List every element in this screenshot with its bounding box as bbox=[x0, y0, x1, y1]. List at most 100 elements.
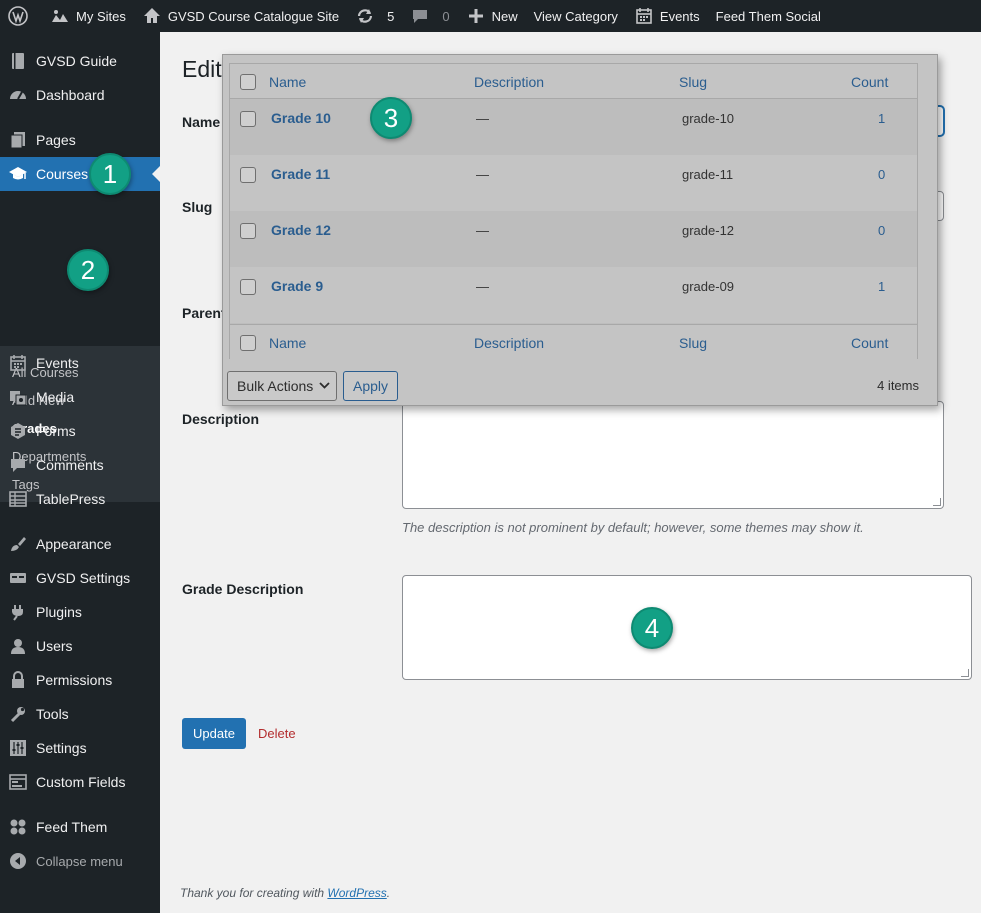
grade-description-label: Grade Description bbox=[182, 581, 304, 597]
sidebar-item-tablepress[interactable]: TablePress bbox=[0, 482, 160, 516]
row-checkbox[interactable] bbox=[240, 167, 256, 183]
apply-button[interactable]: Apply bbox=[343, 371, 398, 401]
column-footer-count[interactable]: Count bbox=[851, 335, 888, 351]
events-menu[interactable]: Events bbox=[626, 0, 708, 32]
row-count-link[interactable]: 1 bbox=[878, 111, 885, 126]
sidebar-item-appearance[interactable]: Appearance bbox=[0, 527, 160, 561]
sidebar-item-label: Courses bbox=[36, 166, 89, 182]
delete-link[interactable]: Delete bbox=[258, 726, 296, 741]
updates-menu[interactable]: 5 bbox=[347, 0, 402, 32]
page-title: Edit bbox=[182, 56, 222, 82]
slug-label: Slug bbox=[182, 199, 213, 215]
row-slug: grade-12 bbox=[682, 223, 735, 238]
dashboard-icon bbox=[8, 85, 28, 105]
sidebar-item-events-row[interactable]: Events bbox=[0, 346, 160, 380]
callout-badge-4: 4 bbox=[631, 607, 673, 649]
view-category-link[interactable]: View Category bbox=[526, 0, 626, 32]
sidebar-item-comments[interactable]: Comments bbox=[0, 448, 160, 482]
sidebar-item-gvsd-guide[interactable]: GVSD Guide bbox=[0, 44, 160, 78]
row-name-link[interactable]: Grade 12 bbox=[271, 222, 331, 238]
view-category-label: View Category bbox=[533, 8, 618, 24]
column-header-description[interactable]: Description bbox=[474, 74, 544, 90]
sidebar-item-courses[interactable]: Courses bbox=[0, 157, 160, 191]
row-count-link[interactable]: 0 bbox=[878, 167, 885, 182]
sidebar-item-label: Plugins bbox=[36, 604, 82, 620]
parent-label: Parent bbox=[182, 305, 226, 321]
column-header-slug[interactable]: Slug bbox=[679, 74, 707, 90]
sidebar-item-label: Pages bbox=[36, 132, 76, 148]
row-name-link[interactable]: Grade 11 bbox=[271, 166, 330, 182]
wordpress-logo-button[interactable] bbox=[0, 0, 42, 32]
row-checkbox[interactable] bbox=[240, 223, 256, 239]
comments-count: 0 bbox=[442, 8, 450, 24]
select-all-checkbox[interactable] bbox=[240, 74, 256, 90]
select-all-checkbox[interactable] bbox=[240, 335, 256, 351]
wordpress-link[interactable]: WordPress bbox=[327, 886, 386, 900]
grades-table: Name Description Slug Count Grade 10 — g… bbox=[229, 63, 918, 359]
home-icon bbox=[143, 8, 160, 23]
column-footer-name[interactable]: Name bbox=[269, 335, 306, 351]
bulk-actions-select[interactable]: Bulk Actions bbox=[227, 371, 337, 401]
updates-icon bbox=[358, 9, 373, 23]
sidebar-item-users[interactable]: Users bbox=[0, 629, 160, 663]
settings-card-icon bbox=[8, 568, 28, 588]
column-footer-description[interactable]: Description bbox=[474, 335, 544, 351]
row-description: — bbox=[476, 223, 489, 238]
column-header-name[interactable]: Name bbox=[269, 74, 306, 90]
events-label: Events bbox=[659, 8, 700, 24]
comments-menu[interactable]: 0 bbox=[402, 0, 457, 32]
comments-icon bbox=[413, 10, 428, 23]
column-header-count[interactable]: Count bbox=[851, 74, 888, 90]
name-label: Name bbox=[182, 114, 221, 130]
sidebar-item-forms[interactable]: Forms bbox=[0, 414, 160, 448]
collapse-icon bbox=[8, 851, 28, 871]
row-name-link[interactable]: Grade 9 bbox=[271, 278, 323, 294]
column-footer-slug[interactable]: Slug bbox=[679, 335, 707, 351]
resize-handle[interactable] bbox=[961, 669, 969, 677]
row-description: — bbox=[476, 279, 489, 294]
sidebar-item-dashboard[interactable]: Dashboard bbox=[0, 78, 160, 112]
sidebar-item-permissions[interactable]: Permissions bbox=[0, 663, 160, 697]
book-icon bbox=[8, 51, 28, 71]
grade-description-textarea[interactable] bbox=[402, 575, 972, 680]
table-row: Grade 10 — grade-10 1 bbox=[230, 99, 917, 155]
fields-icon bbox=[8, 772, 28, 792]
description-textarea[interactable] bbox=[402, 401, 944, 509]
update-button[interactable]: Update bbox=[182, 718, 246, 749]
row-description: — bbox=[476, 111, 489, 126]
row-count-link[interactable]: 1 bbox=[878, 279, 885, 294]
sidebar-item-plugins[interactable]: Plugins bbox=[0, 595, 160, 629]
my-sites-menu[interactable]: My Sites bbox=[42, 0, 134, 32]
sidebar-item-label: Comments bbox=[36, 457, 104, 473]
row-checkbox[interactable] bbox=[240, 111, 256, 127]
sidebar-item-media[interactable]: Media bbox=[0, 380, 160, 414]
site-name-menu[interactable]: GVSD Course Catalogue Site bbox=[134, 0, 347, 32]
collapse-menu-button[interactable]: Collapse menu bbox=[0, 844, 160, 878]
row-count-link[interactable]: 0 bbox=[878, 223, 885, 238]
brush-icon bbox=[8, 534, 28, 554]
resize-handle[interactable] bbox=[933, 498, 941, 506]
user-icon bbox=[8, 636, 28, 656]
feed-them-social-menu[interactable]: Feed Them Social bbox=[708, 0, 829, 32]
sidebar-item-label: TablePress bbox=[36, 491, 106, 507]
active-menu-arrow bbox=[152, 166, 160, 182]
new-content-menu[interactable]: New bbox=[458, 0, 526, 32]
callout-badge-2: 2 bbox=[67, 249, 109, 291]
table-row: Grade 11 — grade-11 0 bbox=[230, 155, 917, 211]
sidebar-item-tools[interactable]: Tools bbox=[0, 697, 160, 731]
sidebar-item-gvsd-settings[interactable]: GVSD Settings bbox=[0, 561, 160, 595]
row-name-link[interactable]: Grade 10 bbox=[271, 110, 331, 126]
sidebar-item-label: GVSD Guide bbox=[36, 53, 117, 69]
grades-list-overlay: Name Description Slug Count Grade 10 — g… bbox=[222, 54, 938, 406]
callout-badge-1: 1 bbox=[89, 153, 131, 195]
sidebar-item-feed-them[interactable]: Feed Them bbox=[0, 810, 160, 844]
row-checkbox[interactable] bbox=[240, 279, 256, 295]
sidebar-item-label: Users bbox=[36, 638, 73, 654]
sidebar-item-label: Tools bbox=[36, 706, 69, 722]
plus-icon bbox=[468, 9, 483, 23]
row-slug: grade-11 bbox=[682, 167, 734, 182]
sidebar-item-pages[interactable]: Pages bbox=[0, 123, 160, 157]
sidebar-item-label: Media bbox=[36, 389, 75, 405]
sidebar-item-custom-fields[interactable]: Custom Fields bbox=[0, 765, 160, 799]
sidebar-item-settings[interactable]: Settings bbox=[0, 731, 160, 765]
